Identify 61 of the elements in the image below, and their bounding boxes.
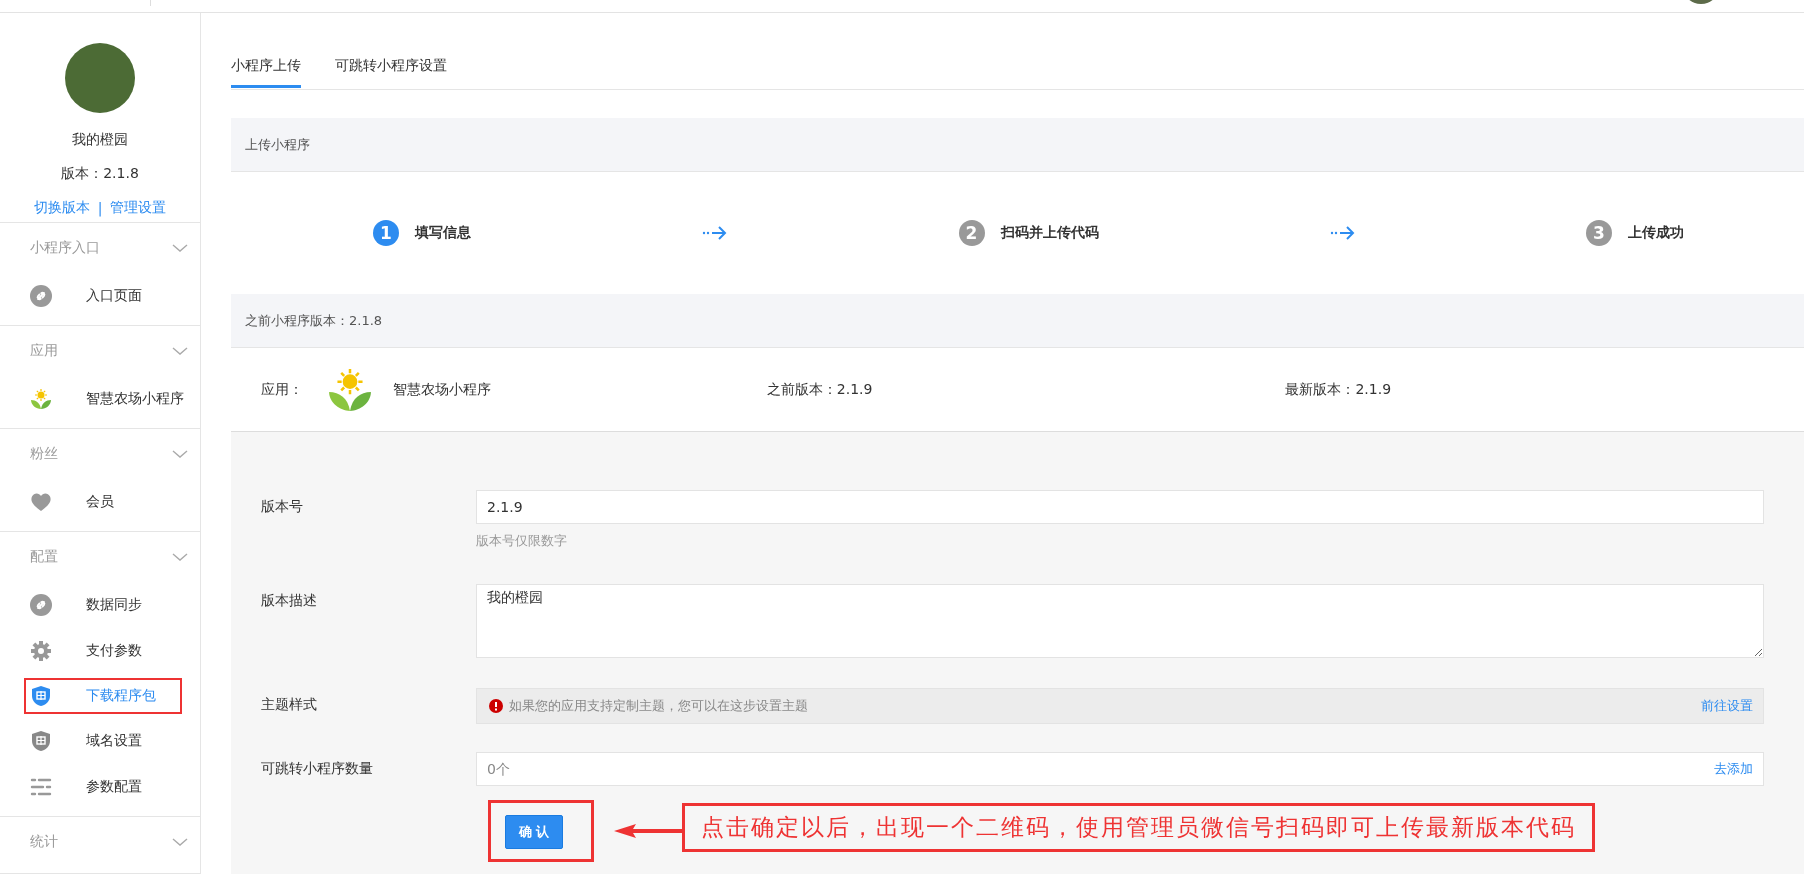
field-label: 主题样式 [261,695,318,714]
input-field[interactable]: 2.1.9 [476,490,1764,524]
text-area[interactable]: 我的橙园 [476,584,1764,658]
field-label: 可跳转小程序数量 [261,759,374,778]
step-label: 扫码并上传代码 [1000,224,1099,242]
step-label: 填写信息 [415,224,471,242]
heart-icon [30,491,52,513]
sidebar-link[interactable]: 管理设置 [110,199,167,217]
notice-text: 如果您的应用支持定制主题，您可以在这步设置主题 [509,697,809,715]
sidebar-item[interactable]: 支付参数 [0,628,200,674]
link-icon [30,594,52,616]
latest-version: 最新版本：2.1.9 [1285,380,1393,399]
annotation-callout: 点击确定以后，出现一个二维码，使用管理员微信号扫码即可上传最新版本代码 [682,802,1595,852]
sidebar-item[interactable]: 域名设置 [0,718,200,764]
chevron-down-icon [172,244,188,252]
section-header[interactable]: 小程序入口 [0,223,200,273]
confirm-button[interactable]: 确 认 [505,815,563,849]
link-separator: | [97,200,103,216]
app-label: 应用： [261,380,303,399]
step-number: 2 [958,220,985,246]
link[interactable]: 前往设置 [1701,697,1753,715]
tab[interactable]: 小程序上传 [231,51,301,88]
sidebar-item[interactable]: 智慧农场小程序 [0,376,200,422]
link[interactable]: 去添加 [1714,760,1753,778]
section-title: 之前小程序版本：2.1.8 [245,311,383,330]
annotation-arrow [614,821,682,841]
sidebar-item[interactable]: 下载程序包 [20,674,186,718]
sidebar-item[interactable]: 参数配置 [0,764,200,810]
step-label: 上传成功 [1628,224,1684,242]
chevron-down-icon [172,347,188,355]
sidebar-item[interactable]: 数据同步 [0,582,200,628]
version-text: 版本：2.1.8 [61,165,139,183]
warning-icon [489,699,503,713]
link-icon [30,285,52,307]
section-header[interactable]: 配置 [0,532,200,582]
chevron-down-icon [172,553,188,561]
step-number: 1 [373,220,399,246]
section-header[interactable]: 应用 [0,326,200,376]
field-label: 版本号 [261,497,304,516]
section-title: 上传小程序 [245,135,310,154]
sunflower-sprout-icon [30,388,52,410]
app-name: 智慧农场小程序 [393,380,491,399]
sidebar-item[interactable]: 会员 [0,479,200,525]
field-label: 版本描述 [261,591,318,610]
chevron-down-icon [172,838,188,846]
section-header[interactable]: 粉丝 [0,429,200,479]
arrow-icon [702,224,728,242]
shield-icon [30,685,52,707]
field-hint: 版本号仅限数字 [476,532,568,550]
sidebar-link[interactable]: 切换版本 [33,199,90,217]
arrow-icon [1329,224,1355,242]
step-number: 3 [1586,220,1612,246]
list-icon [30,776,52,798]
input-field[interactable]: 0个 去添加 [476,752,1764,786]
sidebar-item[interactable]: 入口页面 [0,273,200,319]
section-header[interactable]: 统计 [0,817,200,867]
tab[interactable]: 可跳转小程序设置 [335,51,447,88]
shield-icon [30,730,52,752]
site-name: 我的橙园 [72,131,128,149]
chevron-down-icon [172,450,188,458]
previous-version: 之前版本：2.1.9 [766,380,874,399]
